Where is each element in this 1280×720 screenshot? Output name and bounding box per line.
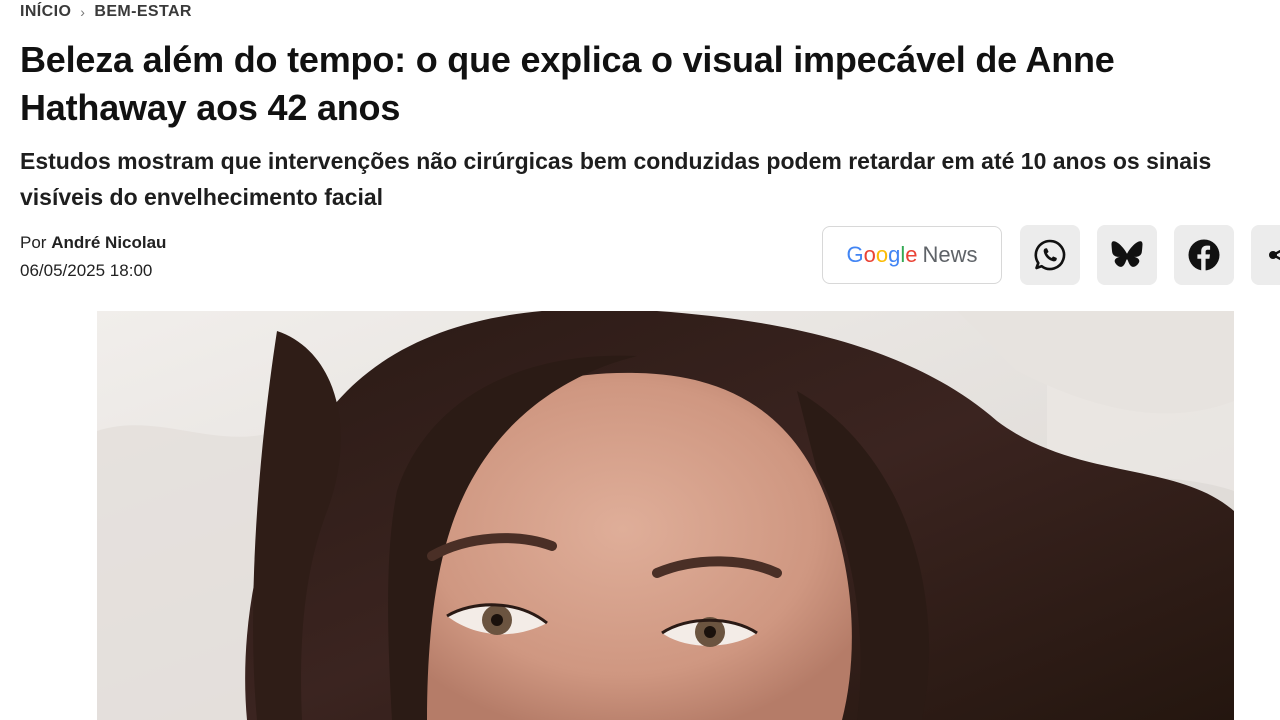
bluesky-icon bbox=[1111, 241, 1143, 267]
bluesky-share-button[interactable] bbox=[1097, 225, 1157, 285]
portrait-illustration bbox=[97, 311, 1234, 720]
share-icon bbox=[1269, 249, 1280, 261]
facebook-share-button[interactable] bbox=[1174, 225, 1234, 285]
breadcrumb-section-link[interactable]: BEM-ESTAR bbox=[94, 3, 192, 21]
google-letter: g bbox=[888, 242, 901, 267]
author-name[interactable]: André Nicolau bbox=[51, 233, 166, 252]
breadcrumb: INÍCIO › BEM-ESTAR bbox=[20, 3, 192, 21]
google-letter: e bbox=[905, 242, 918, 267]
more-share-button[interactable] bbox=[1251, 225, 1280, 285]
facebook-icon bbox=[1188, 239, 1220, 271]
breadcrumb-separator: › bbox=[80, 4, 86, 20]
article-title: Beleza além do tempo: o que explica o vi… bbox=[20, 39, 1115, 128]
share-bar: Google News bbox=[822, 225, 1280, 285]
google-logo-text: Google bbox=[846, 242, 917, 268]
article-subtitle: Estudos mostram que intervenções não cir… bbox=[20, 148, 1212, 210]
byline-prefix: Por bbox=[20, 233, 47, 252]
google-news-button[interactable]: Google News bbox=[822, 226, 1002, 284]
google-letter: o bbox=[863, 242, 876, 267]
breadcrumb-home-link[interactable]: INÍCIO bbox=[20, 3, 71, 21]
whatsapp-share-button[interactable] bbox=[1020, 225, 1080, 285]
google-letter: G bbox=[846, 242, 864, 267]
google-letter: o bbox=[875, 242, 889, 267]
whatsapp-icon bbox=[1034, 239, 1066, 271]
byline: Por André Nicolau 06/05/2025 18:00 bbox=[20, 229, 166, 285]
google-news-label: News bbox=[922, 242, 978, 267]
publish-date: 06/05/2025 18:00 bbox=[20, 261, 153, 280]
article-hero-photo bbox=[97, 311, 1234, 720]
article-page: INÍCIO › BEM-ESTAR Beleza além do tempo:… bbox=[0, 0, 1280, 720]
